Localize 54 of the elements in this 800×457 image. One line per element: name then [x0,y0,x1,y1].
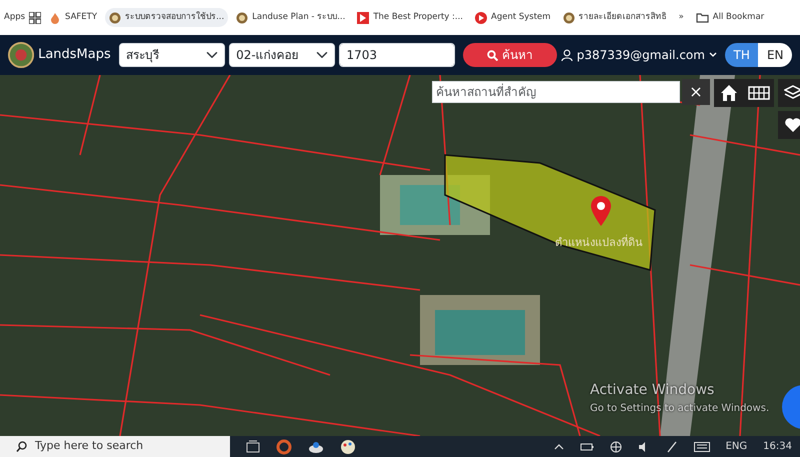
seal-icon [562,12,575,24]
map-pin-icon[interactable] [589,195,613,227]
play-logo-icon [357,12,370,24]
bookmark-link[interactable]: ระบบตรวจสอบการใช้ปร... [105,8,228,27]
layers-button[interactable] [778,79,800,107]
app-circle-icon[interactable] [276,438,292,454]
home-button[interactable] [714,79,744,107]
seal-logo-icon[interactable] [8,41,34,69]
user-menu[interactable]: p387339@gmail.com [560,46,717,64]
more-bookmarks-button[interactable]: » [678,11,684,24]
battery-icon[interactable] [580,442,594,452]
seal-icon [109,12,122,24]
search-icon [16,441,27,452]
brand-name[interactable]: LandsMaps [38,45,111,65]
language-tab[interactable]: TH [724,43,758,67]
search-button[interactable]: ค้นหา [463,43,557,67]
bookmark-link[interactable]: SAFETY [45,8,102,27]
province-select[interactable]: สระบุรี [118,43,226,67]
pen-icon[interactable] [666,440,678,452]
grid-icon [748,86,770,100]
paint-palette-icon[interactable] [340,438,356,454]
parcel-number-field[interactable]: 1703 [339,43,456,67]
keyboard-icon[interactable] [694,442,710,452]
bookmark-link[interactable]: The Best Property :... [353,8,467,27]
search-icon [487,50,498,60]
globe-icon[interactable] [610,440,622,452]
place-search-field[interactable]: ค้นหาสถานที่สำคัญ [432,81,680,103]
bookmark-link[interactable]: รายละเอียดเอกสารสิทธิ [558,8,671,27]
chevron-up-icon[interactable] [554,444,564,450]
round-play-logo-icon [475,12,487,24]
parcel-label: ตำแหน่งแปลงที่ดิน [555,235,643,251]
bookmark-link[interactable]: Agent System [471,8,555,27]
bookmark-link[interactable]: Landuse Plan - ระบบ... [232,8,350,27]
caret-icon [708,52,717,58]
user-icon [560,49,573,61]
apps-link[interactable]: Apps [4,11,26,24]
input-language[interactable]: ENG [726,439,748,454]
district-select[interactable]: 02-แก่งคอย [229,43,336,67]
layers-icon [784,85,800,101]
task-view-icon[interactable] [246,440,260,454]
house-icon [720,84,738,102]
favorite-button[interactable] [778,111,800,139]
seal-icon [236,12,248,24]
grid-button[interactable] [744,79,774,107]
language-tab[interactable]: EN [758,43,792,67]
satellite-map-drawing[interactable] [0,75,800,436]
flame-icon [49,12,62,24]
clear-button[interactable]: × [682,79,710,105]
folder-icon [696,12,709,23]
apps-grid-icon[interactable] [29,12,42,24]
clock-time[interactable]: 16:34 [763,439,792,454]
all-bookmarks-link[interactable]: All Bookmar [696,11,764,24]
heart-icon [784,117,800,133]
taskbar-search-field[interactable]: Type here to search [0,436,230,457]
